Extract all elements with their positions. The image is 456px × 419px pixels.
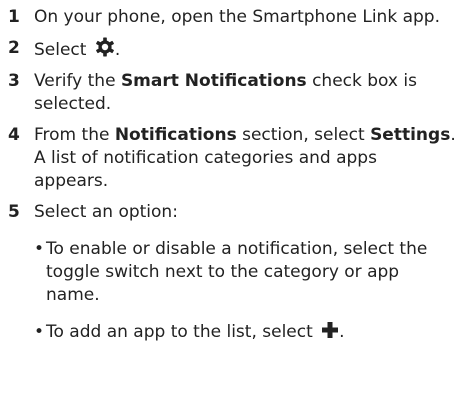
option-suffix: .: [339, 322, 345, 342]
step-3: 3 Verify the Smart Notifications check b…: [0, 70, 456, 116]
option-text: To enable or disable a notification, sel…: [46, 239, 428, 305]
option-item: • To add an app to the list, select .: [34, 321, 456, 344]
option-name-settings: Settings: [370, 125, 451, 145]
step-number: 3: [8, 71, 20, 91]
step-text-pre: Verify the: [34, 71, 121, 91]
step-text-pre: From the: [34, 125, 115, 145]
step-text: Select an option:: [34, 202, 178, 222]
step-text-mid: section, select: [236, 125, 371, 145]
option-item: • To enable or disable a notification, s…: [34, 238, 456, 307]
gear-icon: [95, 37, 115, 57]
options-list: • To enable or disable a notification, s…: [34, 238, 456, 344]
step-suffix: .: [114, 40, 121, 60]
step-5: 5 Select an option: • To enable or disab…: [0, 201, 456, 344]
step-1: 1 On your phone, open the Smartphone Lin…: [0, 6, 456, 29]
step-number: 5: [8, 202, 20, 222]
option-text: To add an app to the list, select: [46, 322, 313, 342]
setting-name-smart-notifications: Smart Notifications: [120, 71, 307, 91]
step-number: 1: [8, 7, 20, 27]
plus-icon: [321, 321, 339, 339]
step-text: Select: [34, 40, 87, 60]
step-number: 2: [8, 38, 20, 58]
steps-list: 1 On your phone, open the Smartphone Lin…: [0, 6, 456, 358]
step-result-note: A list of notification categories and ap…: [34, 148, 377, 191]
step-text: On your phone, open the Smartphone Link …: [34, 7, 440, 27]
bullet-mark: •: [34, 322, 45, 342]
instruction-page: 1 On your phone, open the Smartphone Lin…: [0, 0, 456, 419]
step-2: 2 Select .: [0, 37, 456, 62]
section-name-notifications: Notifications: [114, 125, 237, 145]
step-number: 4: [8, 125, 20, 145]
step-4: 4 From the Notifications section, select…: [0, 124, 456, 193]
bullet-mark: •: [34, 239, 45, 259]
step-text-post: .: [450, 125, 456, 145]
